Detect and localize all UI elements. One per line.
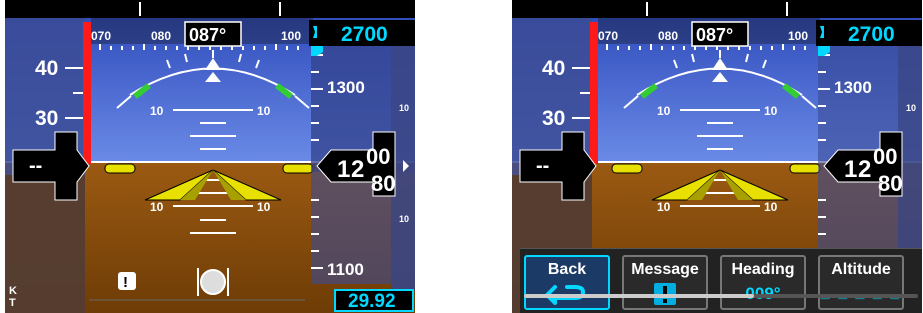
- airspeed-red-band: [590, 22, 598, 164]
- back-softkey[interactable]: Back: [524, 255, 610, 310]
- airspeed-readout-value: --: [29, 155, 42, 177]
- airspeed-readout-value: --: [536, 155, 549, 177]
- message-softkey-label: Message: [631, 261, 699, 278]
- heading-label-080: 080: [151, 29, 171, 43]
- airspeed-unit-t: T: [9, 297, 16, 309]
- altitude-softkey[interactable]: Altitude _ _ _ _ _: [818, 255, 904, 310]
- airspeed-label-40: 40: [35, 57, 58, 80]
- svg-text:80: 80: [878, 171, 902, 196]
- airspeed-label-40: 40: [542, 57, 565, 80]
- message-softkey[interactable]: Message: [622, 255, 708, 310]
- altitude-softkey-label: Altitude: [831, 261, 891, 278]
- heading-readout-value: 087°: [696, 25, 733, 45]
- svg-text:00: 00: [873, 144, 897, 169]
- heading-label-100: 100: [281, 29, 301, 43]
- altitude-readout-tens-bottom: 80: [371, 171, 395, 196]
- vsi-label-top: 10: [399, 103, 409, 113]
- svg-text:2: 2: [858, 156, 871, 183]
- aircraft-wing-right: [282, 163, 314, 174]
- softkey-scroll-thumb[interactable]: [524, 294, 754, 298]
- softkey-bar: Back Message Heading 009° Altitude: [520, 248, 922, 313]
- svg-text:10: 10: [257, 200, 271, 214]
- svg-text:1: 1: [844, 156, 857, 183]
- back-softkey-label: Back: [547, 261, 587, 278]
- svg-text:10: 10: [764, 104, 778, 118]
- svg-text:10: 10: [906, 103, 916, 113]
- svg-text:10: 10: [257, 104, 271, 118]
- selected-altitude-value: 2700: [341, 23, 388, 46]
- top-strip: [5, 0, 415, 18]
- svg-text:070: 070: [598, 29, 618, 43]
- svg-text:100: 100: [788, 29, 808, 43]
- airspeed-label-30: 30: [542, 107, 565, 130]
- altitude-label-1300: 1300: [327, 78, 365, 97]
- pfd-display: 40 30 -- K T 070 080 100 087° 10 10 10 1…: [5, 0, 415, 313]
- softkey-scrollbar[interactable]: [524, 294, 918, 298]
- svg-text:10: 10: [657, 200, 671, 214]
- svg-text:!: !: [123, 274, 128, 291]
- airspeed-label-30: 30: [35, 107, 58, 130]
- airspeed-unit-k: K: [9, 285, 17, 297]
- svg-text:10: 10: [150, 104, 164, 118]
- selected-altitude-value: 2700: [848, 23, 895, 46]
- altitude-label-1100: 1100: [327, 260, 364, 279]
- svg-text:10: 10: [764, 200, 778, 214]
- altitude-readout-thousands: 1: [337, 156, 350, 183]
- altitude-readout-tens-top: 00: [366, 144, 390, 169]
- svg-text:10: 10: [150, 200, 164, 214]
- airspeed-red-band: [83, 22, 91, 164]
- pfd-screen-right: 40 30 -- 070 080 100 087° 10 10 10 10 13…: [512, 0, 922, 313]
- altitude-readout-hundreds: 2: [351, 156, 364, 183]
- heading-readout-value: 087°: [189, 25, 226, 45]
- svg-text:080: 080: [658, 29, 678, 43]
- baro-setting-value: 29.92: [348, 291, 396, 312]
- vsi-label-bottom: 10: [399, 214, 409, 224]
- altitude-softkey-value: _ _ _ _ _: [820, 284, 902, 301]
- heading-softkey-label: Heading: [731, 261, 795, 278]
- heading-label-070: 070: [91, 29, 111, 43]
- svg-text:10: 10: [657, 104, 671, 118]
- heading-softkey[interactable]: Heading 009°: [720, 255, 806, 310]
- altitude-label-1300: 1300: [834, 78, 872, 97]
- pfd-screen-left: 40 30 -- K T 070 080 100 087° 10 10 10 1…: [5, 0, 415, 313]
- aircraft-wing-left: [104, 163, 136, 174]
